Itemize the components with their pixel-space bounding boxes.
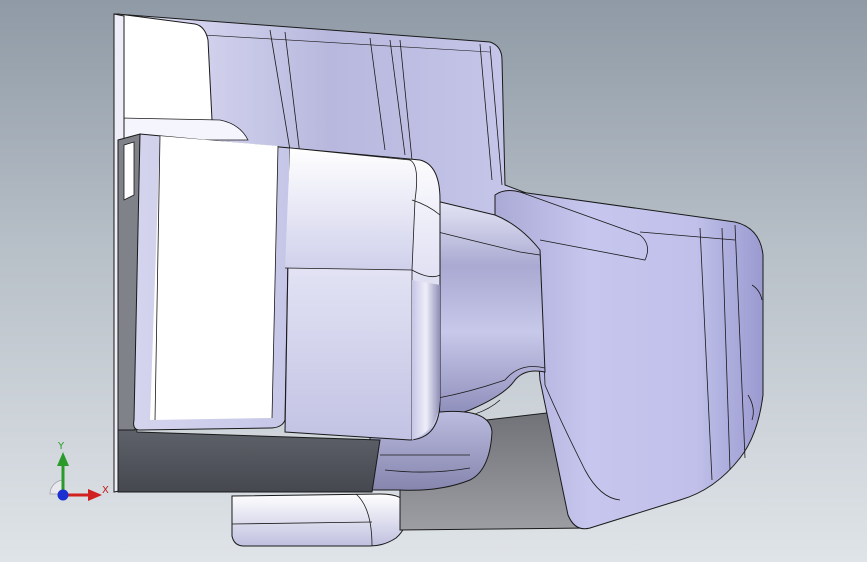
orientation-triad: Y X — [44, 438, 124, 508]
bottom-foot-face[interactable] — [231, 493, 409, 547]
axis-y-label: Y — [58, 441, 65, 452]
triad-arrows-icon — [49, 452, 102, 501]
3d-model[interactable] — [0, 0, 867, 562]
front-block-round-face[interactable] — [284, 147, 441, 441]
axis-x-label: X — [102, 485, 109, 496]
front-block-face[interactable] — [133, 133, 291, 431]
cad-3d-viewport[interactable]: Y X — [0, 0, 867, 562]
left-notch-details — [123, 141, 135, 201]
